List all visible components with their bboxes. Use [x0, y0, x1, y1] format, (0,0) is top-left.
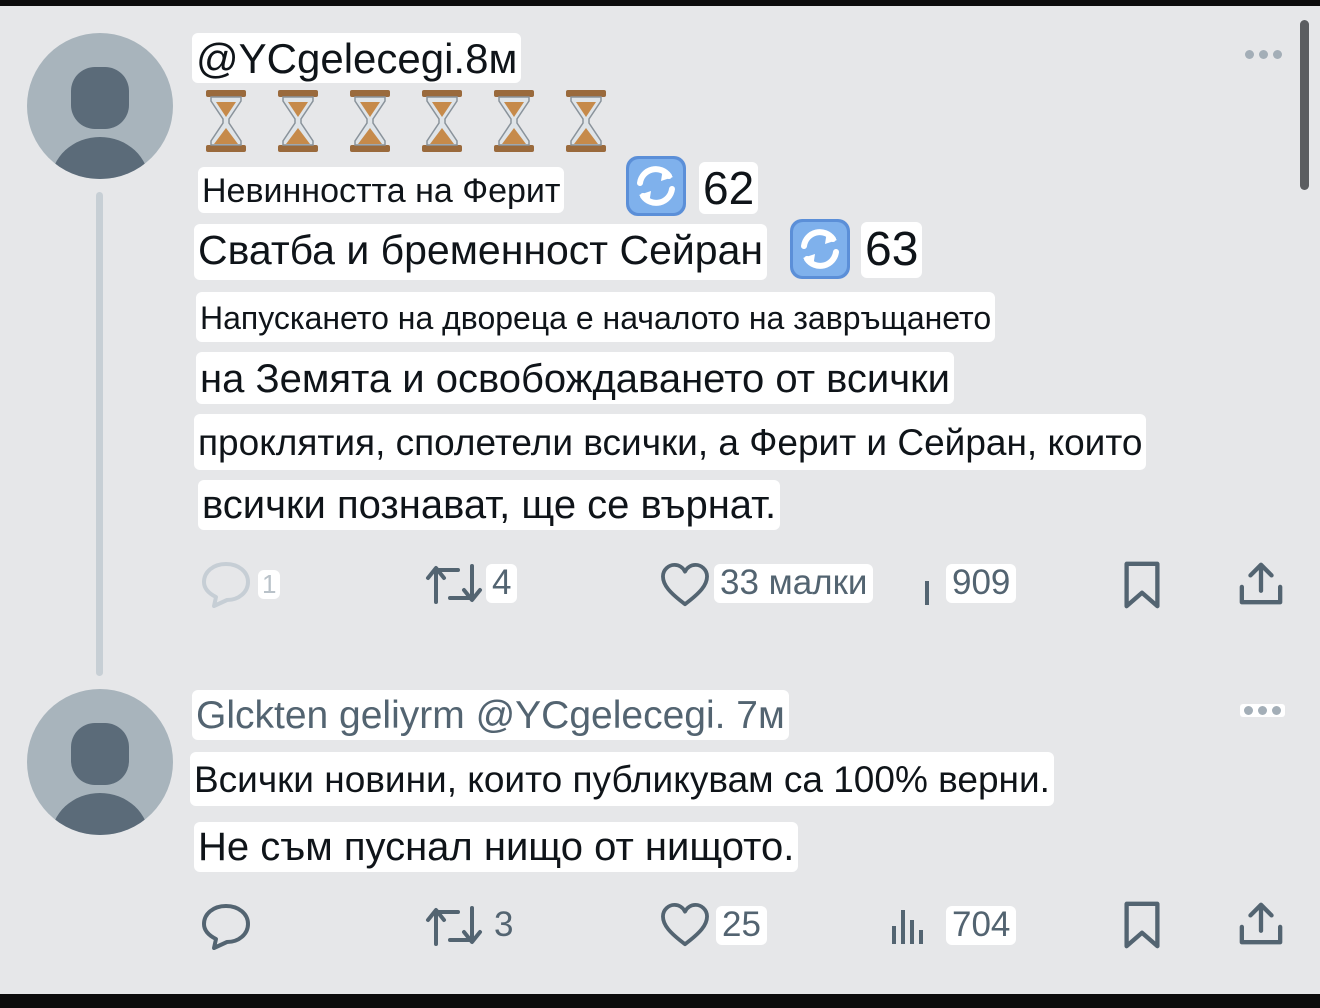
hourglass-icon [494, 90, 534, 152]
post-text-line: всички познават, ще се върнат. [198, 480, 781, 530]
bookmark-icon[interactable] [1122, 900, 1162, 950]
top-frame-border [0, 0, 1320, 6]
avatar[interactable] [27, 689, 173, 835]
bottom-frame-border [0, 994, 1320, 1008]
post-text-line: на Земята и освобождаването от всички [196, 352, 954, 404]
hourglass-emoji-row [204, 90, 608, 152]
post-text-line: Напускането на двореца е началото на зав… [196, 292, 996, 342]
reply-icon[interactable] [200, 902, 252, 950]
hourglass-icon [206, 90, 246, 152]
like-count: 33 малки [714, 563, 874, 603]
views-count: 909 [946, 563, 1017, 603]
like-count: 25 [716, 905, 767, 945]
post-header[interactable]: Glckten geliyrm @YCgelecegi. 7м [192, 690, 789, 740]
more-options-icon[interactable] [1240, 704, 1285, 717]
views-count: 704 [946, 905, 1017, 945]
more-options-icon[interactable] [1245, 50, 1282, 59]
repost-icon[interactable] [424, 904, 484, 948]
repost-icon[interactable] [424, 562, 484, 606]
post-text-line: Невинността на Ферит [198, 167, 565, 213]
like-heart-icon[interactable] [660, 902, 710, 948]
post-text-line: Не съм пуснал нищо от нищото. [194, 822, 799, 872]
hourglass-icon [278, 90, 318, 152]
thread-line [96, 192, 103, 676]
bookmark-icon[interactable] [1122, 560, 1162, 610]
sync-icon [626, 156, 686, 216]
post-header[interactable]: @YCgelecegi.8м [192, 33, 522, 83]
sync-icon [790, 219, 850, 279]
scrollbar[interactable] [1300, 20, 1309, 190]
views-chart-icon[interactable] [890, 906, 930, 946]
repost-count: 4 [486, 563, 518, 603]
post-text-line: проклятия, сполетели всички, а Ферит и С… [194, 414, 1147, 470]
post-number: 62 [699, 162, 759, 214]
hourglass-icon [566, 90, 606, 152]
share-icon[interactable] [1238, 900, 1284, 948]
repost-count: 3 [494, 905, 514, 944]
avatar[interactable] [27, 33, 173, 179]
post-text-line: Всички новини, които публикувам са 100% … [190, 752, 1054, 806]
post-number: 63 [861, 222, 923, 278]
reply-icon[interactable] [200, 560, 252, 608]
hourglass-icon [422, 90, 462, 152]
share-icon[interactable] [1238, 560, 1284, 608]
like-heart-icon[interactable] [660, 562, 710, 608]
post-text-line: Сватба и бременност Сейран [194, 224, 768, 280]
reply-count: 1 [258, 570, 281, 599]
views-chart-icon[interactable] [922, 575, 932, 605]
hourglass-icon [350, 90, 390, 152]
